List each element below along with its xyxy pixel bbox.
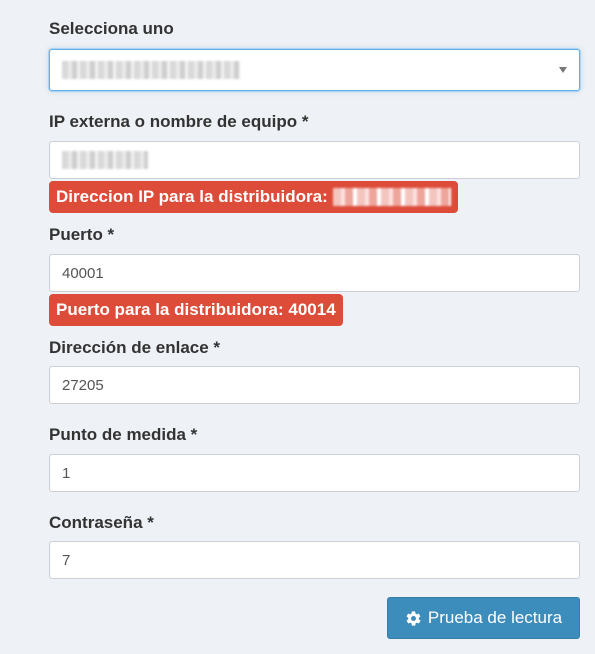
password-label: Contraseña * <box>49 513 154 532</box>
ip-input[interactable] <box>49 141 580 179</box>
device-select[interactable] <box>49 49 580 91</box>
ip-label: IP externa o nombre de equipo * <box>49 112 309 131</box>
port-alert-badge: Puerto para la distribuidora: 40014 <box>49 294 343 326</box>
ip-alert-value-redacted <box>332 188 451 206</box>
link-address-input[interactable]: 27205 <box>49 366 580 404</box>
select-value-redacted <box>62 61 240 79</box>
password-value: 7 <box>62 551 71 569</box>
read-test-button[interactable]: Prueba de lectura <box>387 597 580 639</box>
link-address-value: 27205 <box>62 376 104 394</box>
port-input[interactable]: 40001 <box>49 254 580 292</box>
gear-icon <box>405 610 422 627</box>
port-alert-text: Puerto para la distribuidora: 40014 <box>56 300 336 319</box>
measure-point-label: Punto de medida * <box>49 425 198 444</box>
link-address-label: Dirección de enlace * <box>49 338 221 357</box>
ip-alert-badge: Direccion IP para la distribuidora: <box>49 181 458 213</box>
measure-point-value: 1 <box>62 464 71 482</box>
password-input[interactable]: 7 <box>49 541 580 579</box>
measure-point-input[interactable]: 1 <box>49 454 580 492</box>
port-label: Puerto * <box>49 225 115 244</box>
ip-value-redacted <box>62 151 148 169</box>
port-value: 40001 <box>62 264 104 282</box>
ip-alert-text: Direccion IP para la distribuidora: <box>56 187 328 206</box>
read-test-button-label: Prueba de lectura <box>427 608 563 627</box>
chevron-down-icon[interactable] <box>559 67 567 73</box>
select-label: Selecciona uno <box>49 19 174 38</box>
